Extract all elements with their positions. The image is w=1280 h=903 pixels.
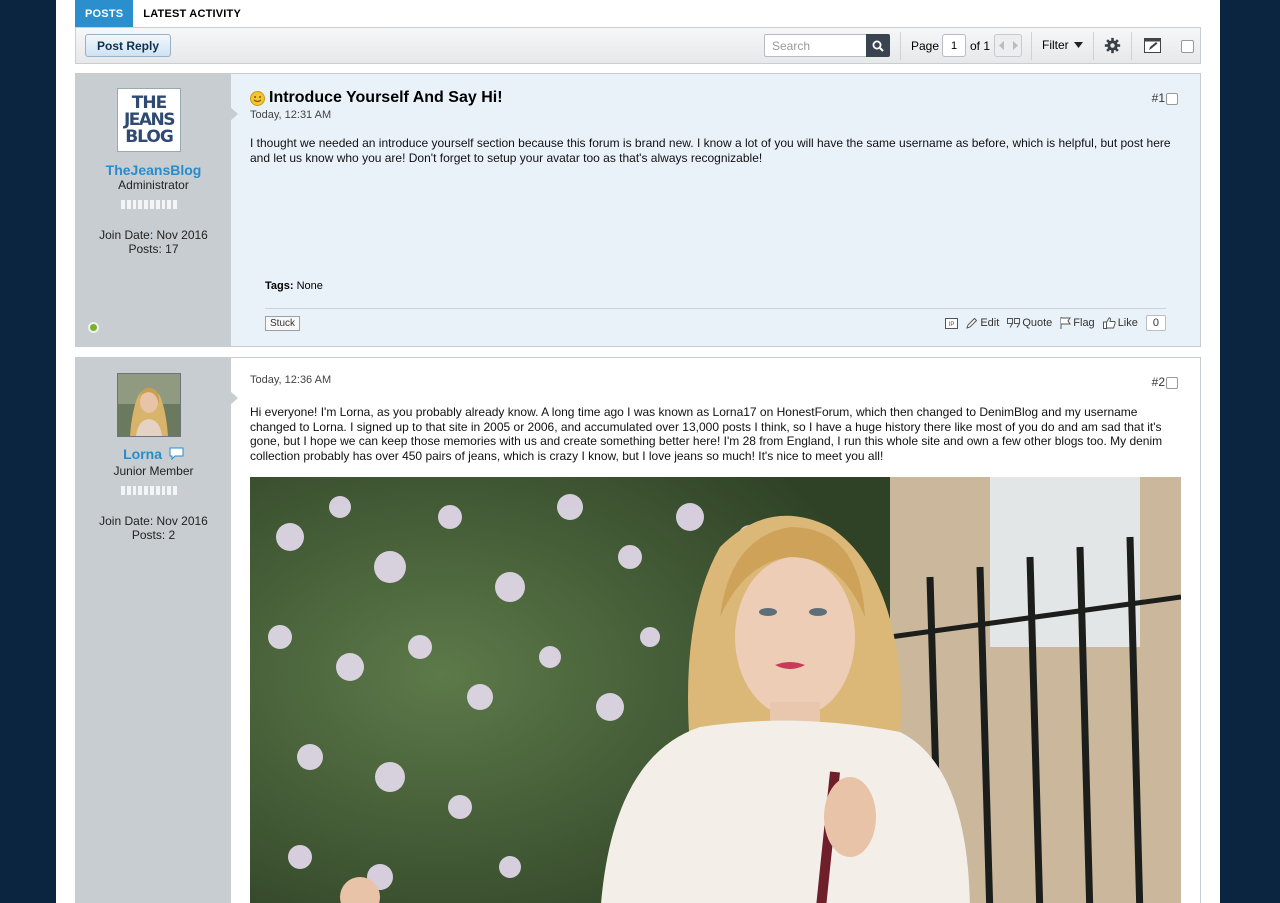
select-all-checkbox[interactable] (1181, 40, 1194, 53)
ip-icon: IP (945, 317, 959, 329)
edit-button[interactable]: Edit (966, 317, 999, 329)
tab-posts[interactable]: POSTS (75, 0, 134, 27)
forum-page: POSTS LATEST ACTIVITY Post Reply Page of… (56, 0, 1220, 903)
username[interactable]: Lorna (76, 446, 231, 462)
search-icon (872, 40, 884, 52)
thread-tabs: POSTS LATEST ACTIVITY (75, 0, 251, 27)
post-1: THE JEANS BLOG TheJeansBlog Administrato… (75, 73, 1201, 347)
flag-button[interactable]: Flag (1060, 317, 1095, 329)
tab-latest-activity[interactable]: LATEST ACTIVITY (133, 0, 251, 27)
post-body: Hi everyone! I'm Lorna, as you probably … (250, 405, 1163, 463)
chevron-down-icon (1073, 42, 1083, 48)
avatar-logo-text: JEANS (123, 109, 176, 130)
avatar[interactable] (117, 373, 181, 437)
flag-icon (1060, 317, 1072, 329)
edit-window-icon (1144, 38, 1161, 53)
filter-dropdown[interactable]: Filter (1042, 38, 1083, 52)
user-title: Administrator (118, 178, 189, 192)
search-button[interactable] (866, 34, 890, 57)
like-label: Like (1117, 317, 1138, 329)
page-total-label: of 1 (970, 39, 991, 53)
stuck-badge: Stuck (265, 316, 301, 331)
post-count: Posts: 17 (128, 242, 179, 256)
post-2: Lorna Junior Member Join Date: Nov 2016 … (75, 357, 1201, 903)
post-number-link[interactable]: #1 (1152, 91, 1165, 105)
avatar[interactable]: THE JEANS BLOG (117, 88, 181, 152)
post-count: Posts: 2 (131, 528, 176, 542)
quote-button[interactable]: Quote (1007, 317, 1052, 329)
post-body: I thought we needed an introduce yoursel… (250, 136, 1171, 165)
avatar-logo-text: BLOG (125, 126, 174, 147)
next-page-button[interactable] (1008, 35, 1021, 56)
reputation-bar (121, 200, 177, 209)
ip-button[interactable]: IP (945, 317, 959, 329)
quote-icon (1007, 318, 1021, 328)
post-select-checkbox[interactable] (1166, 93, 1178, 105)
post-reply-button[interactable]: Post Reply (85, 34, 171, 57)
toolbar-divider (900, 32, 901, 60)
post-userinfo: Lorna Junior Member Join Date: Nov 2016 … (76, 358, 231, 903)
post-date: Today, 12:36 AM (250, 374, 332, 386)
tags-value: None (296, 280, 323, 292)
page-number-input[interactable] (942, 34, 966, 57)
thread-toolbar: Post Reply Page of 1 Filter (75, 27, 1201, 64)
chevron-right-icon (1012, 41, 1018, 50)
speech-arrow (230, 107, 238, 121)
avatar-photo (118, 374, 180, 436)
user-title: Junior Member (113, 464, 194, 478)
page-label: Page (911, 39, 940, 53)
private-message-icon[interactable] (169, 447, 184, 461)
post-tags: Tags: None (265, 280, 323, 292)
pager-arrows (994, 34, 1022, 57)
username[interactable]: TheJeansBlog (76, 162, 231, 178)
pencil-icon (966, 317, 978, 329)
like-count: 0 (1145, 315, 1166, 331)
username-text: Lorna (123, 446, 162, 462)
post-number-link[interactable]: #2 (1152, 375, 1165, 389)
post-image[interactable] (250, 477, 1181, 903)
gear-icon (1104, 37, 1121, 54)
thread-tools-button[interactable] (1104, 37, 1121, 57)
post-actions: IP Edit Quote Flag Like 0 (945, 315, 1166, 331)
like-button[interactable]: Like (1102, 317, 1138, 329)
post-title-text: Introduce Yourself And Say Hi! (269, 89, 503, 106)
join-date: Join Date: Nov 2016 (99, 228, 208, 242)
speech-arrow (230, 391, 238, 405)
post-select-checkbox[interactable] (1166, 377, 1178, 389)
filter-label: Filter (1042, 38, 1069, 52)
post-divider (265, 308, 1166, 309)
post-date: Today, 12:31 AM (250, 109, 332, 121)
avatar-logo-text: THE (131, 92, 167, 113)
tags-label: Tags: (265, 280, 294, 292)
search-input[interactable] (764, 34, 867, 57)
moderation-button[interactable] (1144, 38, 1161, 56)
toolbar-divider (1131, 32, 1132, 60)
post-userinfo: THE JEANS BLOG TheJeansBlog Administrato… (76, 74, 231, 346)
flag-label: Flag (1073, 317, 1095, 329)
toolbar-divider (1031, 32, 1032, 60)
chevron-left-icon (998, 41, 1004, 50)
join-date: Join Date: Nov 2016 (99, 514, 208, 528)
svg-text:IP: IP (949, 322, 955, 328)
toolbar-divider (1093, 32, 1094, 60)
prev-page-button[interactable] (995, 35, 1008, 56)
quote-label: Quote (1022, 317, 1053, 329)
edit-label: Edit (980, 317, 1000, 329)
smiley-icon (250, 90, 265, 106)
reputation-bar (121, 486, 177, 495)
post-content: Today, 12:36 AM #2 Hi everyone! I'm Lorn… (230, 358, 1200, 903)
online-status-indicator (88, 322, 99, 333)
post-photo (250, 477, 1181, 903)
thumbs-up-icon (1102, 317, 1116, 329)
post-title: Introduce Yourself And Say Hi! (250, 89, 503, 107)
post-content: Introduce Yourself And Say Hi! Today, 12… (230, 74, 1200, 346)
